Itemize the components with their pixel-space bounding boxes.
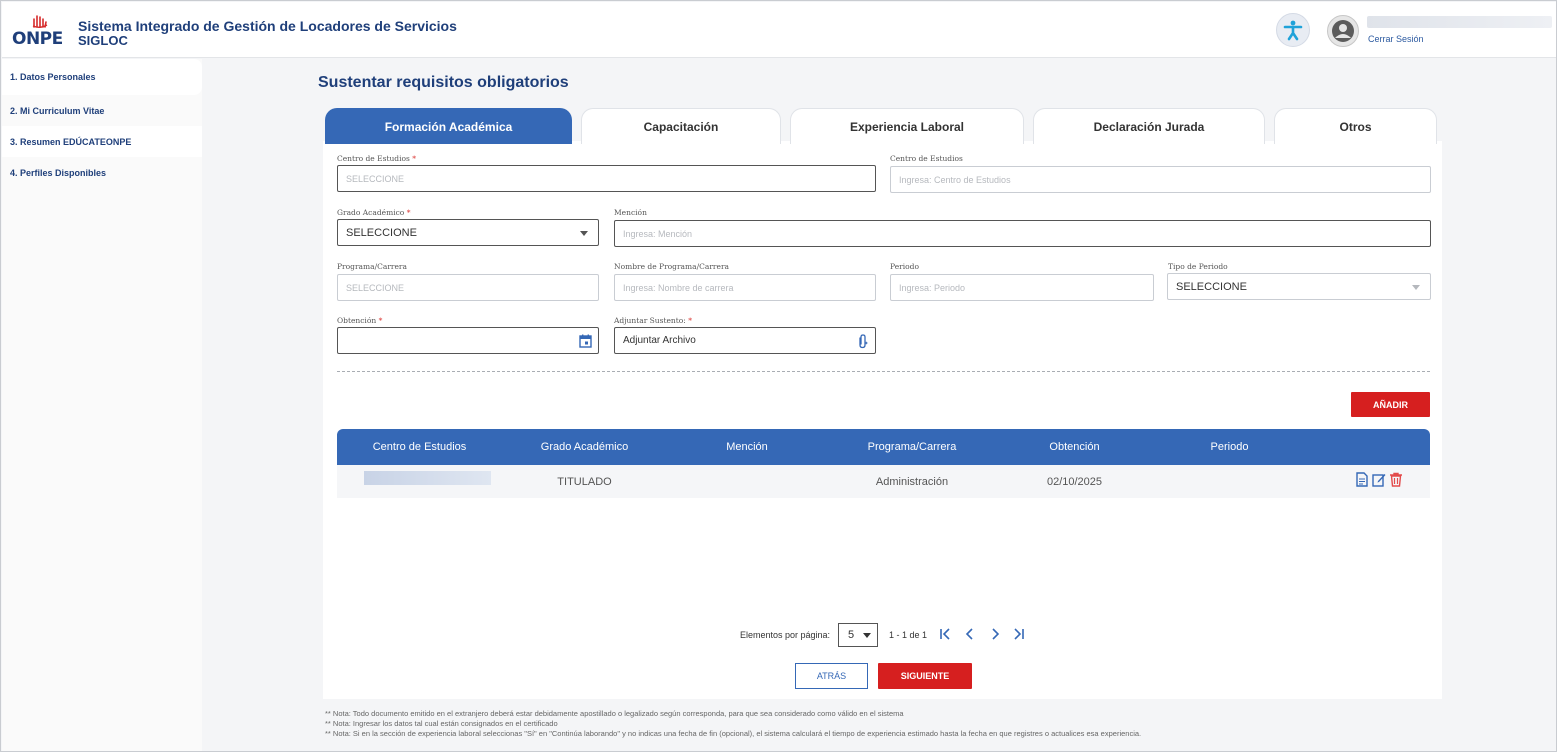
user-icon (1332, 20, 1354, 42)
onpe-logo: ONPE (12, 12, 68, 52)
page-title: Sustentar requisitos obligatorios (318, 74, 569, 91)
page-range: 1 - 1 de 1 (889, 630, 928, 640)
edit-icon[interactable] (1372, 472, 1386, 487)
chevron-down-icon (1412, 285, 1420, 290)
col-obtencion: Obtención (1049, 441, 1100, 453)
accessibility-button[interactable] (1276, 13, 1310, 47)
nombre-programa-label: Nombre de Programa/Carrera (614, 262, 730, 271)
nombre-programa-input[interactable]: Ingresa: Nombre de carrera (614, 274, 876, 301)
note-1: ** Nota: Todo documento emitido en el ex… (325, 709, 904, 718)
section-divider (337, 371, 1430, 372)
sidebar-item-resumen[interactable]: 3. Resumen EDÚCATEONPE (2, 126, 202, 157)
periodo-cell (1152, 465, 1307, 498)
col-centro-estudios: Centro de Estudios (372, 441, 467, 453)
tab-declaracion-jurada[interactable]: Declaración Jurada (1033, 108, 1265, 144)
chevron-down-icon (863, 633, 871, 638)
periodo-label: Periodo (890, 262, 919, 271)
tab-capacitacion[interactable]: Capacitación (581, 108, 781, 144)
calendar-icon[interactable] (579, 334, 592, 348)
next-page-icon[interactable] (988, 627, 1002, 641)
table-header: Centro de Estudios Grado Académico Menci… (337, 429, 1430, 465)
tab-experiencia-laboral[interactable]: Experiencia Laboral (790, 108, 1024, 144)
obtencion-label: Obtención * (337, 316, 383, 325)
col-mencion: Mención (726, 441, 768, 453)
mencion-label: Mención (614, 208, 647, 217)
page-size-select[interactable]: 5 (838, 623, 878, 647)
top-header: ONPE Sistema Integrado de Gestión de Loc… (2, 2, 1556, 58)
add-button[interactable]: AÑADIR (1351, 392, 1430, 417)
note-2: ** Nota: Ingresar los datos tal cual est… (325, 719, 558, 728)
col-grado-academico: Grado Académico (540, 441, 629, 453)
logo-text: ONPE (12, 29, 63, 49)
sidebar-item-curriculum[interactable]: 2. Mi Curriculum Vitae (2, 95, 202, 126)
grado-academico-select[interactable]: SELECCIONE (337, 219, 599, 246)
app-title: Sistema Integrado de Gestión de Locadore… (78, 18, 457, 34)
tipo-periodo-select[interactable]: SELECCIONE (1167, 273, 1431, 300)
sidebar: 1. Datos Personales 2. Mi Curriculum Vit… (2, 59, 202, 751)
logout-link[interactable]: Cerrar Sesión (1368, 34, 1424, 44)
last-page-icon[interactable] (1012, 627, 1026, 641)
chevron-down-icon (580, 231, 588, 236)
centro-estudios-input[interactable]: Ingresa: Centro de Estudios (890, 166, 1431, 193)
previous-page-icon[interactable] (963, 627, 977, 641)
accessibility-icon (1283, 20, 1303, 41)
centro-estudios-label: Centro de Estudios * (337, 154, 417, 163)
app-window: ONPE Sistema Integrado de Gestión de Loc… (0, 0, 1557, 752)
centro-estudios-select[interactable]: SELECCIONE (337, 165, 876, 192)
sidebar-item-datos-personales[interactable]: 1. Datos Personales (2, 59, 202, 95)
col-programa: Programa/Carrera (867, 441, 957, 453)
back-button[interactable]: ATRÁS (795, 663, 868, 689)
tab-formacion-academica[interactable]: Formación Académica (325, 108, 572, 144)
sidebar-item-perfiles[interactable]: 4. Perfiles Disponibles (2, 157, 202, 188)
adjuntar-label: Adjuntar Sustento: * (614, 316, 692, 325)
periodo-input[interactable]: Ingresa: Periodo (890, 274, 1154, 301)
mencion-cell (667, 465, 827, 498)
obtencion-cell: 02/10/2025 (1046, 475, 1103, 488)
col-periodo: Periodo (1210, 441, 1249, 453)
app-subtitle: SIGLOC (78, 33, 128, 48)
view-document-icon[interactable] (1355, 472, 1369, 487)
tipo-periodo-label: Tipo de Periodo (1168, 262, 1228, 271)
centro-estudios-text-label: Centro de Estudios (890, 154, 963, 163)
mencion-input[interactable]: Ingresa: Mención (614, 220, 1431, 247)
note-3: ** Nota: Si en la sección de experiencia… (325, 729, 1142, 738)
grado-academico-label: Grado Académico * (337, 208, 411, 217)
programa-select[interactable]: SELECCIONE (337, 274, 599, 301)
attach-icon[interactable] (857, 334, 868, 349)
user-name-redacted (1367, 16, 1552, 28)
delete-icon[interactable] (1389, 472, 1403, 487)
tab-otros[interactable]: Otros (1274, 108, 1437, 144)
obtencion-date-input[interactable] (337, 327, 599, 354)
first-page-icon[interactable] (938, 627, 952, 641)
page-size-label: Elementos por página: (740, 630, 831, 640)
programa-cell: Administración (875, 475, 949, 488)
programa-label: Programa/Carrera (337, 262, 407, 271)
next-button[interactable]: SIGUIENTE (878, 663, 972, 689)
centro-estudios-cell-redacted (364, 471, 491, 485)
adjuntar-archivo-input[interactable]: Adjuntar Archivo (614, 327, 876, 354)
user-avatar[interactable] (1327, 15, 1359, 47)
grado-cell: TITULADO (557, 475, 612, 488)
table-row: TITULADO Administración 02/10/2025 (337, 465, 1430, 498)
